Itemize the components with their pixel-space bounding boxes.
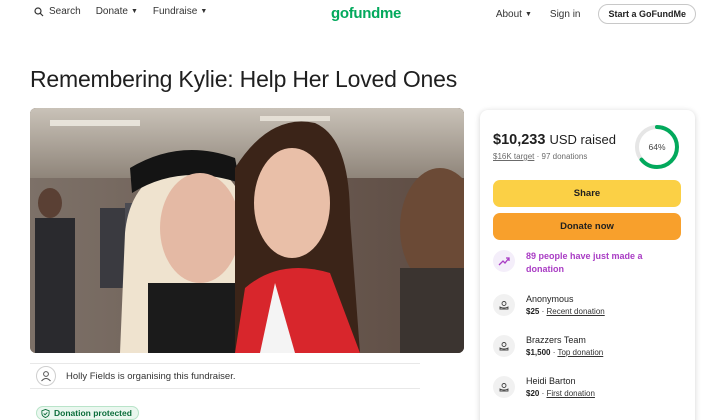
chevron-down-icon: ▼: [130, 8, 138, 15]
donate-now-button[interactable]: Donate now: [493, 213, 681, 240]
search-icon: [34, 6, 44, 16]
user-icon: [36, 366, 56, 386]
amount-value: $10,233: [493, 132, 546, 148]
separator: ·: [536, 152, 540, 161]
donation-hand-icon: [493, 335, 515, 357]
chevron-down-icon: ▼: [524, 10, 532, 18]
donor-tag[interactable]: Top donation: [557, 348, 603, 357]
target-summary: $16K target · 97 donations: [493, 152, 587, 161]
donor-name: Brazzers Team: [526, 335, 586, 345]
donation-card: $10,233 USD raised $16K target · 97 dona…: [480, 110, 695, 420]
organizer-row[interactable]: Holly Fields is organising this fundrais…: [30, 363, 420, 389]
share-button[interactable]: Share: [493, 180, 681, 207]
recent-donations-trend: 89 people have just made a donation: [493, 250, 656, 276]
donation-hand-icon: [493, 376, 515, 398]
donation-protected-label: Donation protected: [54, 408, 132, 418]
donation-count: 97 donations: [541, 152, 588, 161]
about-menu[interactable]: About ▼: [496, 9, 532, 20]
donation-protected-badge[interactable]: Donation protected: [36, 406, 139, 420]
donor-name: Anonymous: [526, 294, 574, 304]
donor-tag[interactable]: First donation: [546, 389, 594, 398]
amount-raised: $10,233 USD raised: [493, 132, 616, 148]
top-nav: Search Donate ▼ Fundraise ▼ gofundme Abo…: [0, 0, 720, 30]
donor-tag[interactable]: Recent donation: [546, 307, 604, 316]
gofundme-logo[interactable]: gofundme: [331, 5, 401, 22]
about-menu-label: About: [495, 8, 522, 20]
donor-row: Brazzers Team $1,500 · Top donation: [493, 335, 603, 357]
sign-in-label: Sign in: [549, 8, 581, 20]
amount-suffix: USD raised: [549, 132, 616, 147]
donor-amount: $20: [526, 389, 540, 398]
donate-menu-label: Donate: [95, 6, 128, 17]
search-label: Search: [49, 6, 81, 17]
campaign-photo-image: [30, 108, 464, 353]
progress-percent: 64%: [648, 142, 666, 152]
target-link[interactable]: $16K target: [493, 152, 534, 161]
donor-name: Heidi Barton: [526, 376, 576, 386]
donor-row: Heidi Barton $20 · First donation: [493, 376, 595, 398]
organizer-text: Holly Fields is organising this fundrais…: [66, 370, 236, 382]
donation-hand-icon: [493, 294, 515, 316]
fundraise-menu[interactable]: Fundraise ▼: [153, 6, 207, 17]
donate-menu[interactable]: Donate ▼: [96, 6, 138, 17]
sign-in-link[interactable]: Sign in: [550, 9, 581, 20]
trend-text: 89 people have just made a donation: [526, 251, 643, 274]
nav-left: Search Donate ▼ Fundraise ▼: [34, 6, 222, 17]
start-gofundme-button[interactable]: Start a GoFundMe: [598, 4, 696, 24]
search-link[interactable]: Search: [34, 6, 81, 17]
donor-amount: $1,500: [526, 348, 551, 357]
shield-check-icon: [41, 408, 50, 418]
donor-row: Anonymous $25 · Recent donation: [493, 294, 605, 316]
trending-up-icon: [493, 250, 515, 272]
chevron-down-icon: ▼: [200, 8, 208, 15]
donor-amount: $25: [526, 307, 540, 316]
campaign-photo[interactable]: [30, 108, 464, 353]
nav-right: About ▼ Sign in Start a GoFundMe: [496, 4, 696, 24]
fundraise-menu-label: Fundraise: [152, 6, 198, 17]
campaign-title: Remembering Kylie: Help Her Loved Ones: [30, 66, 458, 92]
